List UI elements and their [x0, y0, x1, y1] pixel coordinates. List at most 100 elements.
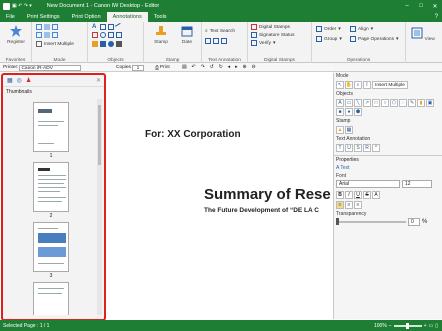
- zoom-out-button[interactable]: –: [389, 323, 392, 329]
- align-center-icon[interactable]: ≡: [345, 201, 353, 209]
- align-left-icon[interactable]: ≡: [336, 201, 344, 209]
- text-search-row[interactable]: ⌕ Text Search: [205, 28, 235, 35]
- underline-tool-icon[interactable]: U: [345, 144, 353, 152]
- rotate-right-icon[interactable]: ↷: [201, 65, 205, 70]
- filled-rect-tool-icon[interactable]: ■: [336, 108, 344, 116]
- redo-icon[interactable]: ↻: [219, 65, 223, 70]
- marker-tool-icon[interactable]: ▮: [417, 99, 425, 107]
- text-box-icon[interactable]: A: [92, 24, 98, 30]
- note-tool-icon[interactable]: ▭: [345, 99, 353, 107]
- align-right-icon[interactable]: ≡: [354, 201, 362, 209]
- rotate-left-icon[interactable]: ↶: [192, 65, 196, 70]
- tab-file[interactable]: File: [0, 12, 21, 22]
- tab-tools[interactable]: Tools: [148, 12, 173, 22]
- bookmarks-tab-icon[interactable]: ◎: [17, 77, 22, 84]
- close-button[interactable]: ✕: [428, 3, 442, 10]
- area-icon[interactable]: [44, 32, 50, 38]
- stamp-tool-icon[interactable]: ▣: [426, 99, 434, 107]
- hand-icon[interactable]: [44, 24, 50, 30]
- transparency-input[interactable]: 0: [408, 218, 420, 226]
- thumbnail-page[interactable]: 2: [5, 162, 97, 219]
- arrow-icon[interactable]: [116, 32, 122, 38]
- date-button[interactable]: Date: [176, 25, 198, 45]
- tab-print-settings[interactable]: Print Settings: [21, 12, 66, 22]
- zoom-in-icon[interactable]: ⊕: [243, 65, 247, 70]
- select-icon[interactable]: [36, 24, 42, 30]
- pen-tool-icon[interactable]: ✎: [408, 99, 416, 107]
- transparency-slider[interactable]: [336, 218, 406, 225]
- strikeout-tool-icon[interactable]: S: [354, 144, 362, 152]
- strikethrough-icon[interactable]: S: [363, 191, 371, 199]
- print-button[interactable]: ⎙ Print: [155, 64, 170, 71]
- highlight-tool-icon[interactable]: T: [336, 144, 344, 152]
- help-icon[interactable]: ?: [435, 12, 442, 22]
- lasso-tool-icon[interactable]: ◌: [399, 99, 407, 107]
- transparency-slider-knob[interactable]: [336, 218, 339, 225]
- insert-multiple-row[interactable]: Insert Multiple: [36, 41, 74, 47]
- page-operations-row[interactable]: Page Operations ▾: [350, 36, 398, 42]
- copies-input[interactable]: 1: [131, 64, 144, 71]
- fit-page-icon[interactable]: ▤: [182, 65, 187, 70]
- undo-icon[interactable]: ↺: [210, 65, 214, 70]
- zoom-in-button[interactable]: +: [424, 323, 427, 329]
- polygon-icon[interactable]: [108, 32, 114, 38]
- scrollbar-thumb[interactable]: [98, 105, 101, 165]
- next-icon[interactable]: ▸: [235, 65, 237, 70]
- rect-tool-icon[interactable]: □: [372, 99, 380, 107]
- filled-ellipse-tool-icon[interactable]: ●: [345, 108, 353, 116]
- stamp-tool-icon[interactable]: ▲: [336, 126, 344, 134]
- filled-rect-icon[interactable]: [100, 41, 106, 47]
- maximize-button[interactable]: □: [414, 3, 428, 9]
- ellipse-icon[interactable]: [100, 32, 106, 38]
- filled-polygon-tool-icon[interactable]: ⬟: [354, 108, 362, 116]
- fit-width-icon[interactable]: ▭: [429, 323, 434, 329]
- fit-page-icon[interactable]: ▯: [435, 323, 438, 329]
- hand-tool-icon[interactable]: ✋: [345, 81, 353, 89]
- bold-icon[interactable]: B: [336, 191, 344, 199]
- zoom-out-icon[interactable]: ⊖: [252, 65, 256, 70]
- text-select-icon[interactable]: [36, 32, 42, 38]
- minimize-button[interactable]: –: [400, 3, 414, 9]
- signature-status-row[interactable]: Signature Status: [251, 32, 294, 38]
- annotations-tab-icon[interactable]: ♟: [26, 77, 31, 84]
- select-tool-icon[interactable]: ↖: [336, 81, 344, 89]
- text-select-tool-icon[interactable]: I: [363, 81, 371, 89]
- underline-style-icon[interactable]: U: [354, 191, 362, 199]
- document-view[interactable]: For: XX Corporation Summary of Rese The …: [110, 73, 332, 319]
- close-pane-icon[interactable]: ✕: [96, 77, 101, 84]
- tab-print-option[interactable]: Print Option: [66, 12, 107, 22]
- register-button[interactable]: Register: [4, 25, 28, 45]
- prev-icon[interactable]: ◂: [228, 65, 230, 70]
- zoom-icon[interactable]: [52, 24, 58, 30]
- filled-polygon-icon[interactable]: [116, 41, 122, 47]
- quick-access-toolbar[interactable]: ▣ ↶ ↷ ▾: [12, 3, 32, 9]
- copies-control[interactable]: Copies 1: [116, 64, 144, 71]
- date-tool-icon[interactable]: ▦: [345, 126, 353, 134]
- arrow-tool-icon[interactable]: ↗: [363, 99, 371, 107]
- ellipse-tool-icon[interactable]: ○: [381, 99, 389, 107]
- group-row[interactable]: Group ▾: [316, 36, 342, 42]
- printer-field[interactable]: Canon iR-ADV: [19, 64, 82, 71]
- strikeout-icon[interactable]: [221, 38, 227, 44]
- highlight-icon[interactable]: [205, 38, 211, 44]
- zoom-slider-knob[interactable]: [405, 322, 409, 329]
- printer-selector[interactable]: Printer: Canon iR-ADV: [3, 64, 82, 71]
- thumbnail-page[interactable]: 3: [5, 222, 97, 279]
- zoom-tool-icon[interactable]: ⌕: [354, 81, 362, 89]
- thumbnail-page[interactable]: [5, 282, 97, 315]
- underline-icon[interactable]: [213, 38, 219, 44]
- thumbnail-page[interactable]: 1: [5, 102, 97, 159]
- insert-tool-icon[interactable]: ^: [372, 144, 380, 152]
- stamp-object-icon[interactable]: [92, 32, 98, 38]
- sticky-note-icon[interactable]: [100, 24, 106, 30]
- view-button[interactable]: View: [410, 27, 436, 42]
- digital-stamps-row[interactable]: Digital Stamps: [251, 24, 290, 30]
- line-icon[interactable]: [114, 22, 124, 32]
- align-row[interactable]: Align ▾: [350, 26, 373, 32]
- italic-icon[interactable]: I: [345, 191, 353, 199]
- link-icon[interactable]: [52, 32, 58, 38]
- rectangle-icon[interactable]: [108, 24, 114, 30]
- thumbnails-scrollbar[interactable]: [97, 99, 102, 315]
- marker-icon[interactable]: [92, 41, 98, 47]
- filled-ellipse-icon[interactable]: [108, 41, 114, 47]
